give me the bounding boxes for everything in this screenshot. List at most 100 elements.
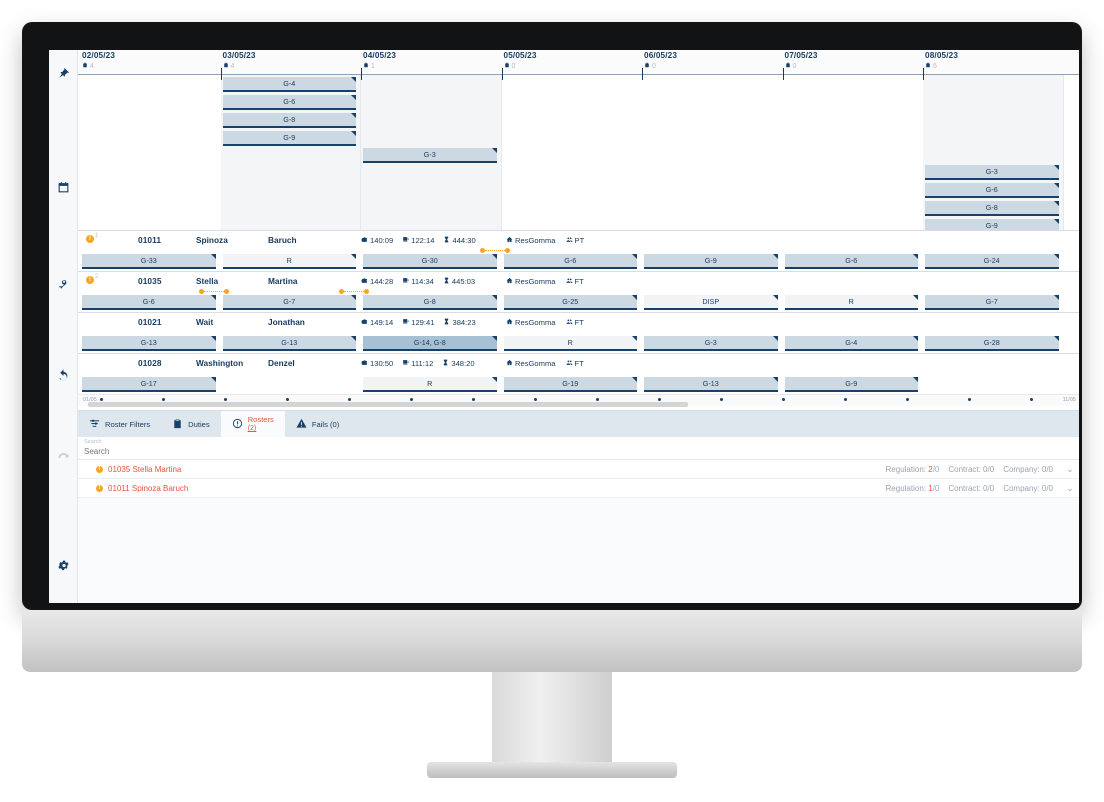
shift-block[interactable]: DISP	[644, 295, 778, 310]
driver-track: G-13 G-13 G-14, G-8 R G-3 G-4 G-28	[78, 331, 1079, 353]
driver-id: 01021	[138, 317, 162, 327]
date-tick	[642, 68, 643, 80]
vehicle-icon	[402, 236, 409, 245]
driver-tag: ResGomma	[506, 277, 556, 286]
shift-block[interactable]: G-7	[925, 295, 1059, 310]
home-icon	[506, 318, 513, 327]
tab-duties[interactable]: Duties	[161, 411, 221, 437]
unassigned-shift-block[interactable]: G-4	[222, 77, 356, 92]
driver-warning-badge[interactable]: !	[86, 276, 94, 284]
unassigned-shift-block[interactable]: G-8	[222, 113, 356, 128]
shift-block[interactable]: G-8	[363, 295, 497, 310]
driver-stat: 149:14	[361, 318, 393, 327]
shift-link-marker[interactable]	[479, 247, 510, 254]
tab-rosters[interactable]: Rosters (2)	[220, 411, 285, 437]
driver-warning-badge[interactable]: !	[86, 235, 94, 243]
date-meta: 6	[923, 61, 1064, 71]
scrubber-tick	[410, 398, 413, 401]
scrubber-tick	[658, 398, 661, 401]
driver-stat: 444:30	[443, 236, 476, 245]
shift-block[interactable]: G-24	[925, 254, 1059, 269]
shift-block[interactable]: G-19	[503, 377, 637, 392]
driver-id: 01028	[138, 358, 162, 368]
scrubber-range[interactable]	[88, 402, 688, 407]
unassigned-shift-block[interactable]: G-9	[222, 131, 356, 146]
unassigned-shift-block[interactable]: G-6	[222, 95, 356, 110]
scrubber-tick	[162, 398, 165, 401]
date-label: 08/05/23	[925, 51, 959, 60]
shift-block[interactable]: G-6	[784, 254, 918, 269]
tab-label: Rosters (2)	[248, 415, 274, 433]
shift-block[interactable]: G-4	[784, 336, 918, 351]
fail-driver-name[interactable]: 01011 Spinoza Baruch	[108, 484, 188, 493]
gantt-chart: 02/05/23 4 03/05/23 4 04/05/23 1 05/05/23 0 06/0…	[78, 50, 1079, 410]
scrubber-tick	[782, 398, 785, 401]
driver-track: G-33 R G-30 G-6 G-9 G-6 G-24	[78, 247, 1079, 271]
driver-info: 01021 Wait Jonathan 149:14 129:41 384:23 ResGo…	[78, 313, 1079, 331]
driver-info: 01028 Washington Denzel 130:50 111:12 348:20 R…	[78, 354, 1079, 372]
pin-icon[interactable]	[52, 62, 74, 84]
suitcase-small-icon	[504, 61, 510, 71]
unassigned-shift-block[interactable]: G-8	[925, 201, 1059, 216]
monitor-screen: 02/05/23 4 03/05/23 4 04/05/23 1 05/05/23 0 06/0…	[49, 50, 1079, 603]
shift-block[interactable]: G-3	[644, 336, 778, 351]
shift-block[interactable]: G-28	[925, 336, 1059, 351]
shift-block[interactable]: G-13	[644, 377, 778, 392]
chevron-down-icon[interactable]: ⌄	[1061, 464, 1079, 475]
shift-block[interactable]: G-7	[222, 295, 356, 310]
unassigned-shift-block[interactable]: G-6	[925, 183, 1059, 198]
shift-block[interactable]: G-9	[644, 254, 778, 269]
search-input[interactable]	[84, 447, 384, 456]
shift-link-marker[interactable]	[339, 288, 369, 295]
calendar-icon[interactable]	[52, 176, 74, 198]
driver-tag: FT	[566, 359, 584, 368]
shift-block[interactable]: G-17	[82, 377, 216, 392]
vehicle-icon	[402, 318, 409, 327]
rest-icon	[442, 359, 449, 368]
unassigned-shift-block[interactable]: G-3	[925, 165, 1059, 180]
shift-block[interactable]: R	[222, 254, 356, 269]
shift-block[interactable]: R	[503, 336, 637, 351]
date-header: 02/05/23 4 03/05/23 4 04/05/23 1 05/05/23 0 06/0…	[78, 50, 1079, 75]
key-icon[interactable]	[52, 272, 74, 294]
timeline-scrubber[interactable]: 01/05 11/05	[78, 394, 1079, 407]
chevron-down-icon[interactable]: ⌄	[1061, 483, 1079, 494]
redo-icon[interactable]	[52, 446, 74, 468]
work-icon	[361, 236, 368, 245]
shift-block[interactable]: G-6	[82, 295, 216, 310]
tab-label: Duties	[188, 420, 210, 429]
fail-row[interactable]: ! 01011 Spinoza Baruch Regulation: 1/0 Cont…	[78, 479, 1079, 498]
shift-block[interactable]: G-14, G-8	[363, 336, 497, 351]
tab-label-text: Rosters	[247, 415, 274, 424]
date-meta: 0	[783, 61, 924, 71]
shift-block[interactable]: R	[784, 295, 918, 310]
fail-badge-icon: !	[96, 465, 103, 473]
work-icon	[361, 359, 368, 368]
shift-block[interactable]: G-13	[82, 336, 216, 351]
fail-list: ! 01035 Stella Martina Regulation: 2/0 Cont…	[78, 460, 1079, 498]
undo-icon[interactable]	[52, 364, 74, 386]
fail-driver-name[interactable]: 01035 Stella Martina	[108, 465, 181, 474]
contract-icon	[566, 359, 573, 368]
date-count: 0	[652, 62, 656, 70]
date-tick	[501, 68, 503, 80]
shift-block[interactable]: G-25	[503, 295, 637, 310]
link-line	[344, 291, 364, 292]
shift-block[interactable]: G-30	[363, 254, 497, 269]
tab-fails-0[interactable]: Fails (0)	[285, 411, 350, 437]
tab-roster-filters[interactable]: Roster Filters	[78, 411, 161, 437]
shift-link-marker[interactable]	[198, 288, 229, 295]
shift-block[interactable]: R	[363, 377, 497, 392]
shift-block[interactable]: G-13	[222, 336, 356, 351]
driver-tags: ResGomma FT	[506, 318, 584, 327]
fail-row[interactable]: ! 01035 Stella Martina Regulation: 2/0 Cont…	[78, 460, 1079, 479]
unassigned-shift-block[interactable]: G-3	[363, 148, 497, 163]
shift-block[interactable]: G-6	[503, 254, 637, 269]
fail-company: Company: 0/0	[1003, 464, 1053, 474]
gear-icon[interactable]	[52, 554, 74, 576]
scrubber-tick	[844, 398, 847, 401]
shift-block[interactable]: G-33	[82, 254, 216, 269]
scrubber-tick	[224, 398, 227, 401]
scrubber-start-label: 01/05	[83, 397, 97, 403]
shift-block[interactable]: G-9	[784, 377, 918, 392]
